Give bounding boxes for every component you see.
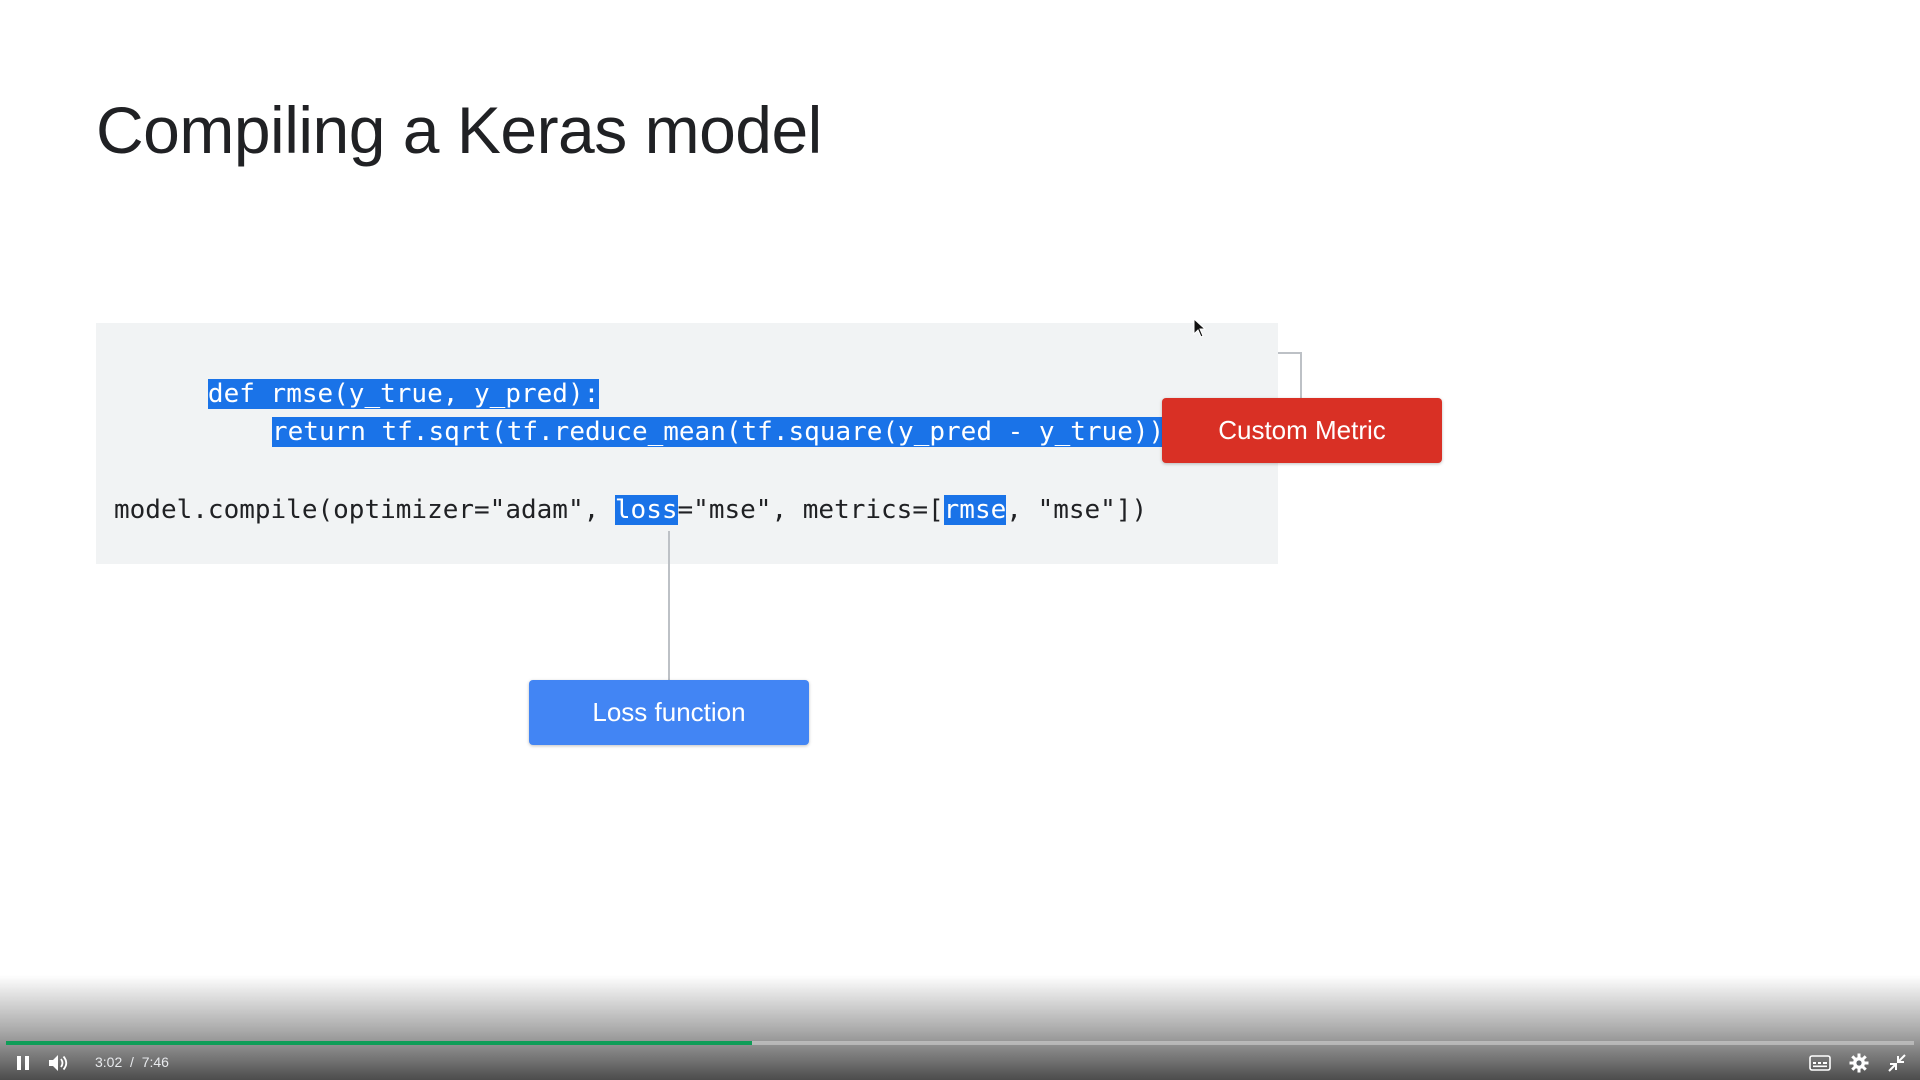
highlighted-return: return tf.sqrt(tf.reduce_mean(tf.square(… <box>271 417 1180 447</box>
code-line-compile: model.compile(optimizer="adam", loss="ms… <box>114 493 1147 527</box>
seek-bar-played <box>6 1041 753 1045</box>
settings-button[interactable] <box>1846 1050 1872 1076</box>
loss-connector <box>668 531 670 681</box>
current-time: 3:02 <box>95 1054 123 1070</box>
slide-title: Compiling a Keras model <box>96 93 822 167</box>
exit-fullscreen-icon <box>1888 1054 1906 1072</box>
volume-button[interactable] <box>46 1050 72 1076</box>
seek-bar[interactable] <box>6 1041 1914 1045</box>
duration: 7:46 <box>141 1054 169 1070</box>
code-line-return: return tf.sqrt(tf.reduce_mean(tf.square(… <box>178 381 1180 483</box>
highlighted-loss: loss <box>614 495 678 525</box>
loss-function-callout: Loss function <box>529 680 809 745</box>
captions-icon <box>1809 1055 1831 1071</box>
time-readout: 3:02 / 7:46 <box>95 1054 169 1070</box>
compile-suffix: , "mse"]) <box>1006 495 1148 525</box>
compile-prefix: model.compile(optimizer="adam", <box>114 495 615 525</box>
time-separator: / <box>130 1054 134 1070</box>
player-controls-backdrop <box>0 975 1920 1080</box>
mouse-pointer-icon <box>1193 318 1207 338</box>
custom-metric-callout: Custom Metric <box>1162 398 1442 463</box>
play-pause-button[interactable] <box>12 1050 34 1076</box>
compile-middle: ="mse", metrics=[ <box>677 495 944 525</box>
metric-connector-top-drop <box>1300 352 1302 399</box>
video-frame[interactable]: Compiling a Keras model def rmse(y_true,… <box>0 0 1920 1080</box>
captions-button[interactable] <box>1807 1050 1833 1076</box>
code-block: def rmse(y_true, y_pred): return tf.sqrt… <box>96 323 1278 564</box>
volume-icon <box>49 1055 68 1071</box>
pause-icon <box>17 1056 29 1070</box>
highlighted-rmse: rmse <box>943 495 1007 525</box>
gear-icon <box>1849 1053 1869 1073</box>
exit-fullscreen-button[interactable] <box>1884 1050 1910 1076</box>
